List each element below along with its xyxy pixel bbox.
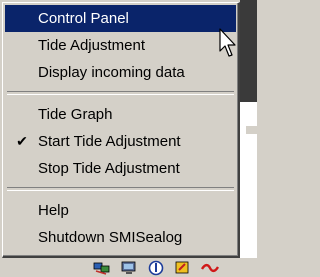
alert-icon[interactable] <box>171 259 195 277</box>
mouse-cursor-icon <box>219 28 236 57</box>
menu-item-control-panel[interactable]: Control Panel <box>5 5 236 32</box>
menu-separator <box>7 91 234 95</box>
checkmark-icon: ✔ <box>16 133 28 149</box>
menu-item-shutdown-smisealog[interactable]: Shutdown SMISealog <box>5 224 236 251</box>
background-window <box>240 0 257 277</box>
background-window-dark-area <box>240 0 257 102</box>
menu-item-label: Start Tide Adjustment <box>38 133 181 150</box>
menu-item-label: Tide Adjustment <box>38 37 145 54</box>
menu-item-tide-graph[interactable]: Tide Graph <box>5 101 236 128</box>
menu-separator <box>7 187 234 191</box>
sealog-icon[interactable] <box>198 259 222 277</box>
shield-icon[interactable] <box>144 259 168 277</box>
menu-item-tide-adjustment[interactable]: Tide Adjustment <box>5 32 236 59</box>
menu-item-label: Tide Graph <box>38 106 113 123</box>
menu-item-label: Display incoming data <box>38 64 185 81</box>
menu-item-label: Shutdown SMISealog <box>38 229 183 246</box>
menu-item-display-incoming-data[interactable]: Display incoming data <box>5 59 236 86</box>
background-scrollbar-fragment <box>246 125 257 134</box>
menu-item-label: Help <box>38 202 69 219</box>
menu-item-label: Stop Tide Adjustment <box>38 160 180 177</box>
monitor-icon[interactable] <box>117 259 141 277</box>
menu-item-label: Control Panel <box>38 10 129 27</box>
tray-context-menu: Control Panel Tide Adjustment Display in… <box>2 2 240 258</box>
network-icon[interactable] <box>90 259 114 277</box>
menu-item-help[interactable]: Help <box>5 197 236 224</box>
menu-item-start-tide-adjustment[interactable]: ✔ Start Tide Adjustment <box>5 128 236 155</box>
menu-item-stop-tide-adjustment[interactable]: Stop Tide Adjustment <box>5 155 236 182</box>
system-tray <box>0 258 257 277</box>
